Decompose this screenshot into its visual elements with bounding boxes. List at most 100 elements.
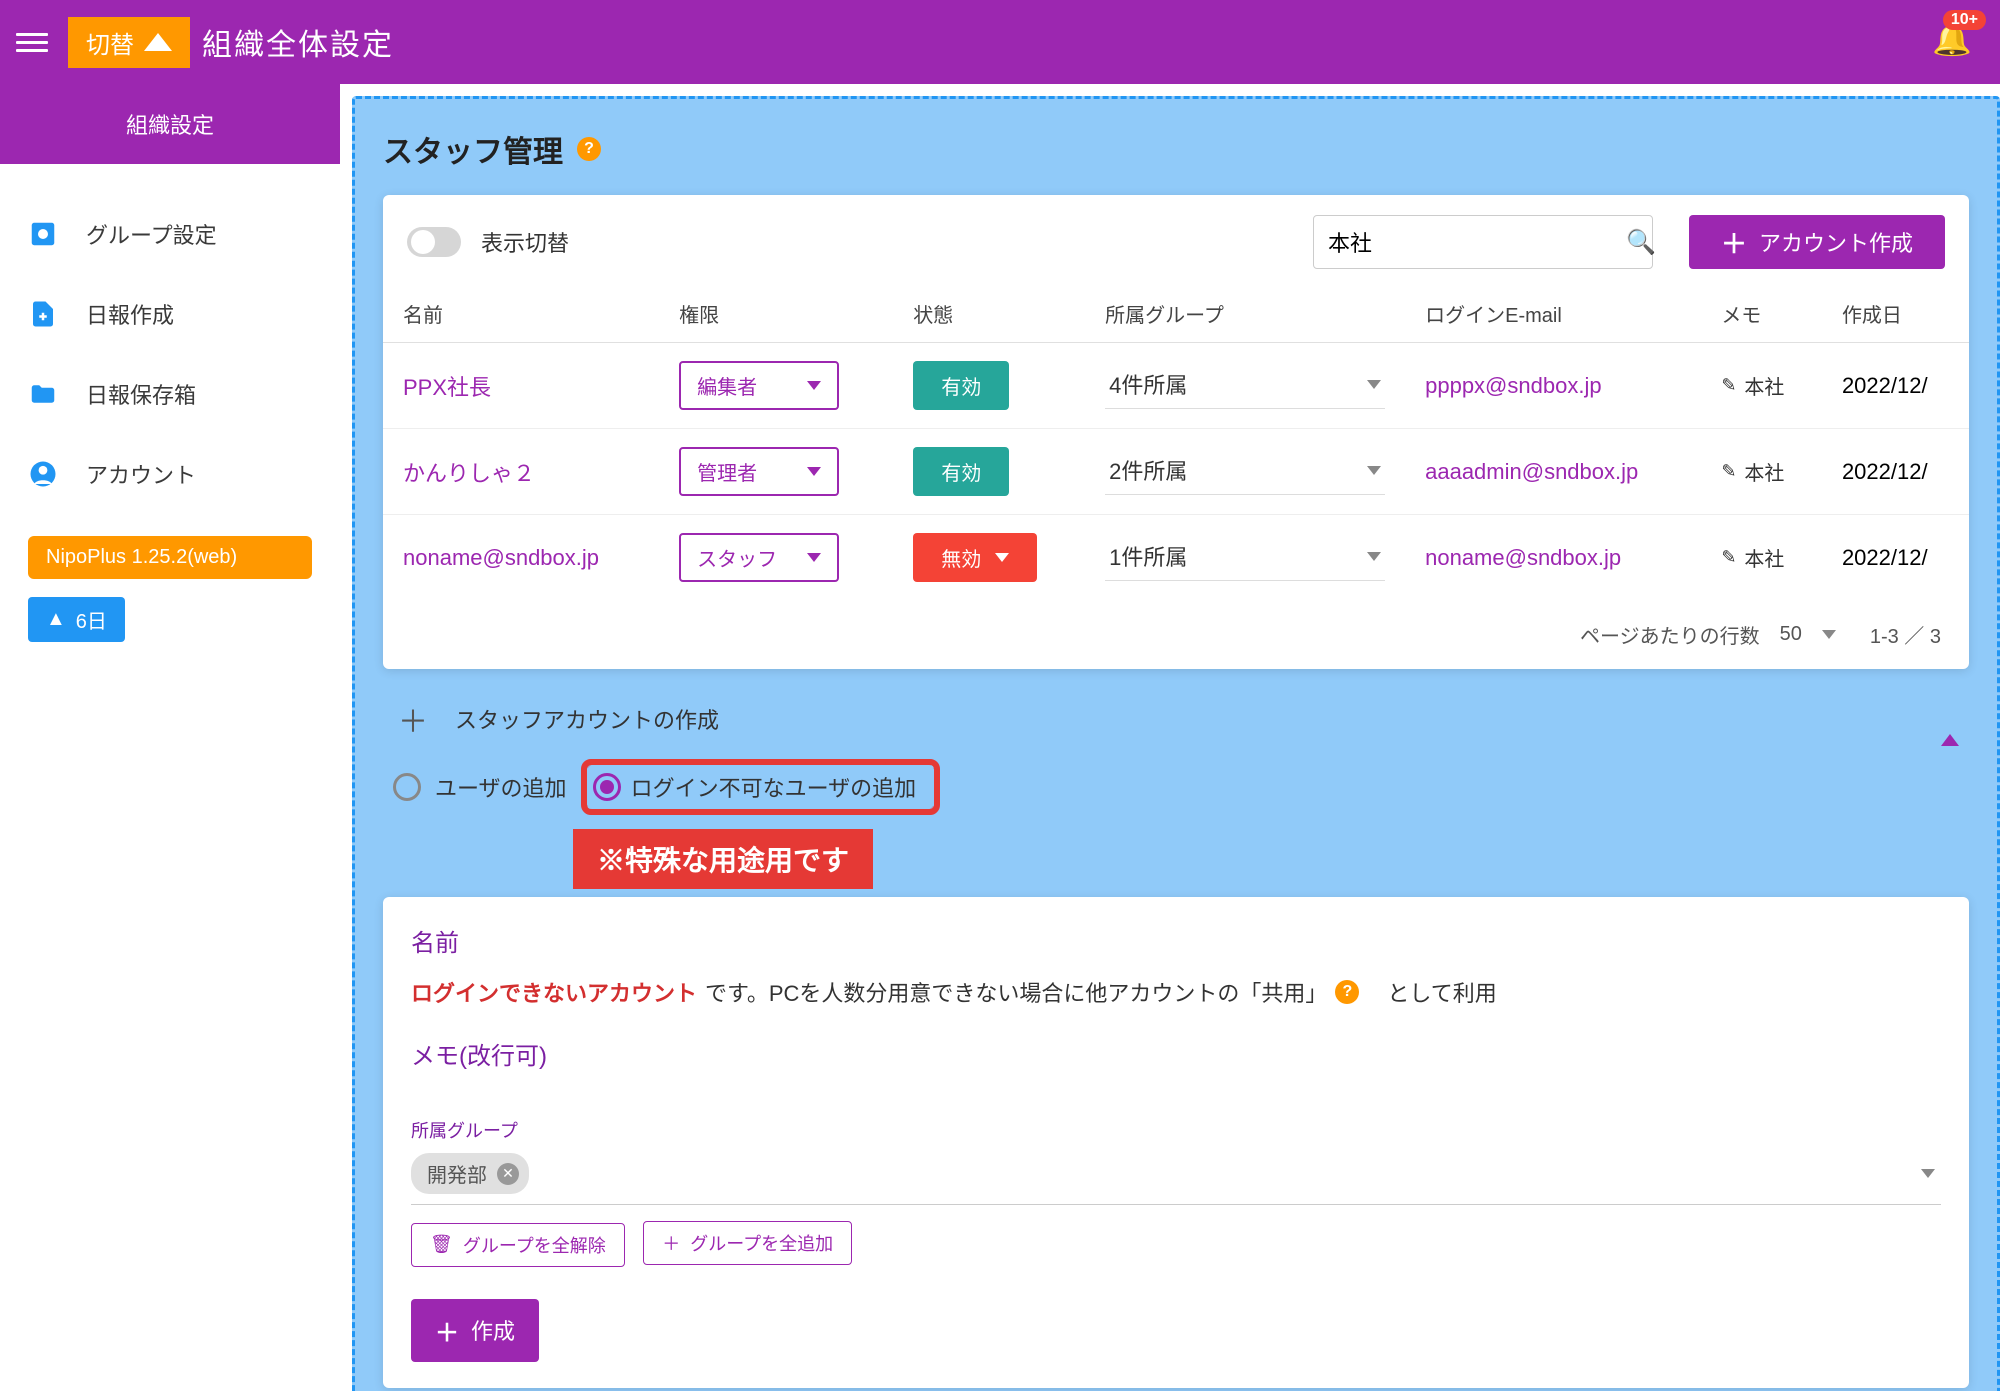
memo-cell[interactable]: ✎本社 — [1721, 371, 1802, 400]
chevron-down-icon — [1367, 552, 1381, 561]
email-link[interactable]: ppppx@sndbox.jp — [1425, 373, 1601, 398]
radio-nologin-user[interactable] — [593, 773, 621, 801]
role-select[interactable]: スタッフ — [679, 533, 839, 582]
group-field-label: 所属グループ — [411, 1117, 1941, 1143]
staff-table-card: 表示切替 🔍 ＋ アカウント作成 名前 権限 状態 — [383, 195, 1969, 669]
role-select[interactable]: 管理者 — [679, 447, 839, 496]
notifications[interactable]: 🔔 10+ — [1932, 20, 1972, 58]
sidebar-item-report-box[interactable]: 日報保存箱 — [0, 354, 340, 434]
warning-chip[interactable]: ▲ 6日 — [28, 597, 125, 642]
table-row: noname@sndbox.jp スタッフ 無効 1件所属 noname@sndbox… — [383, 515, 1969, 601]
rows-per-page-value[interactable]: 50 — [1780, 623, 1802, 646]
trash-icon: 🗑 — [430, 1234, 453, 1255]
sidebar-item-group-settings[interactable]: グループ設定 — [0, 194, 340, 274]
memo-cell[interactable]: ✎本社 — [1721, 543, 1802, 572]
search-input[interactable] — [1328, 229, 1616, 255]
create-button[interactable]: ＋ 作成 — [411, 1299, 539, 1362]
group-select[interactable]: 2件所属 — [1105, 448, 1385, 495]
staff-name-link[interactable]: noname@sndbox.jp — [403, 545, 599, 570]
create-button-label: アカウント作成 — [1759, 226, 1913, 258]
hint-red: ログインできないアカウント — [411, 976, 697, 1008]
sidebar-item-org-settings[interactable]: 組織設定 — [0, 84, 340, 164]
add-all-groups-button[interactable]: ＋ グループを全追加 — [643, 1221, 852, 1265]
pencil-icon: ✎ — [1721, 547, 1736, 568]
status-chip[interactable]: 有効 — [913, 361, 1009, 410]
sidebar-item-label: アカウント — [86, 458, 196, 490]
pencil-icon: ✎ — [1721, 461, 1736, 482]
user-type-radios: ユーザの追加 ログイン不可なユーザの追加 — [383, 741, 1969, 819]
sidebar-item-account[interactable]: アカウント — [0, 434, 340, 514]
search-icon: 🔍 — [1626, 228, 1656, 257]
radio-add-user[interactable] — [393, 773, 421, 801]
hint-a: です。PCを人数分用意できない場合に他アカウントの「共用」 — [705, 976, 1327, 1008]
memo-field-label[interactable]: メモ(改行可) — [411, 1036, 1941, 1071]
col-email: ログインE-mail — [1405, 285, 1701, 343]
section-title: スタッフ管理 — [383, 127, 563, 171]
main-content: スタッフ管理 ? 表示切替 🔍 ＋ アカウント作成 — [340, 84, 2000, 1391]
add-staff-form: 名前 ログインできないアカウント です。PCを人数分用意できない場合に他アカウン… — [383, 897, 1969, 1388]
collapse-toggle[interactable] — [1941, 704, 1959, 735]
group-select[interactable]: 1件所属 — [1105, 534, 1385, 581]
menu-icon[interactable] — [16, 26, 48, 58]
email-link[interactable]: aaaadmin@sndbox.jp — [1425, 459, 1638, 484]
email-link[interactable]: noname@sndbox.jp — [1425, 545, 1621, 570]
switch-button[interactable]: 切替 — [68, 17, 190, 68]
table-row: かんりしゃ２管理者有効2件所属aaaadmin@sndbox.jp✎本社2022… — [383, 429, 1969, 515]
clear-groups-label: グループを全解除 — [463, 1232, 606, 1258]
group-select[interactable]: 開発部 ✕ — [411, 1149, 1941, 1205]
sidebar-item-label: 日報保存箱 — [86, 378, 196, 410]
version-chip: NipoPlus 1.25.2(web) — [28, 536, 312, 579]
pencil-icon: ✎ — [1721, 375, 1736, 396]
search-box[interactable]: 🔍 — [1313, 215, 1653, 269]
create-account-button[interactable]: ＋ アカウント作成 — [1689, 215, 1945, 269]
warning-icon: ▲ — [46, 608, 66, 631]
col-role: 権限 — [659, 285, 893, 343]
plus-icon: ＋ — [1721, 224, 1747, 261]
rows-per-page-label: ページあたりの行数 — [1580, 620, 1760, 649]
chevron-down-icon — [807, 467, 821, 476]
notification-badge: 10+ — [1943, 10, 1986, 30]
help-icon[interactable]: ? — [577, 137, 601, 161]
sidebar-item-report-create[interactable]: 日報作成 — [0, 274, 340, 354]
toggle-label: 表示切替 — [481, 226, 569, 258]
staff-name-link[interactable]: PPX社長 — [403, 375, 491, 400]
chevron-up-icon — [1941, 704, 1959, 746]
chevron-down-icon[interactable] — [1921, 1169, 1935, 1178]
role-select[interactable]: 編集者 — [679, 361, 839, 410]
chevron-down-icon — [807, 553, 821, 562]
chevron-down-icon — [1367, 466, 1381, 475]
warning-banner: ※特殊な用途用です — [573, 829, 873, 889]
file-plus-icon — [28, 299, 58, 329]
hint-text: ログインできないアカウント です。PCを人数分用意できない場合に他アカウントの「… — [411, 976, 1941, 1008]
create-label: 作成 — [471, 1314, 515, 1346]
staff-table: 名前 権限 状態 所属グループ ログインE-mail メモ 作成日 PPX社長編… — [383, 285, 1969, 600]
status-chip[interactable]: 有効 — [913, 447, 1009, 496]
staff-name-link[interactable]: かんりしゃ２ — [403, 461, 535, 486]
hint-b: として利用 — [1387, 976, 1496, 1008]
page-range: 1-3 ／ 3 — [1870, 620, 1941, 649]
display-toggle[interactable] — [407, 227, 461, 257]
triangle-icon — [144, 33, 172, 51]
add-staff-header[interactable]: ＋ スタッフアカウントの作成 — [383, 697, 1969, 741]
group-select[interactable]: 4件所属 — [1105, 362, 1385, 409]
chevron-down-icon[interactable] — [1822, 630, 1836, 639]
add-staff-title: スタッフアカウントの作成 — [455, 703, 719, 735]
col-created: 作成日 — [1822, 285, 1969, 343]
radio-nologin-label: ログイン不可なユーザの追加 — [631, 771, 917, 803]
sidebar: 組織設定 グループ設定 日報作成 日報保存箱 アカウント NipoPlus 1.… — [0, 84, 340, 1391]
chevron-down-icon — [1367, 380, 1381, 389]
top-bar: 切替 組織全体設定 🔔 10+ — [0, 0, 2000, 84]
memo-cell[interactable]: ✎本社 — [1721, 457, 1802, 486]
name-field-label[interactable]: 名前 — [411, 923, 1941, 958]
col-group: 所属グループ — [1085, 285, 1405, 343]
plus-icon: ＋ — [662, 1230, 680, 1256]
clear-groups-button[interactable]: 🗑 グループを全解除 — [411, 1223, 625, 1267]
add-all-groups-label: グループを全追加 — [690, 1230, 833, 1256]
status-chip[interactable]: 無効 — [913, 533, 1037, 582]
col-memo: メモ — [1701, 285, 1822, 343]
remove-chip-icon[interactable]: ✕ — [497, 1163, 519, 1185]
folder-icon — [28, 379, 58, 409]
help-icon[interactable]: ? — [1335, 980, 1359, 1004]
created-date: 2022/12/ — [1822, 515, 1969, 601]
created-date: 2022/12/ — [1822, 343, 1969, 429]
